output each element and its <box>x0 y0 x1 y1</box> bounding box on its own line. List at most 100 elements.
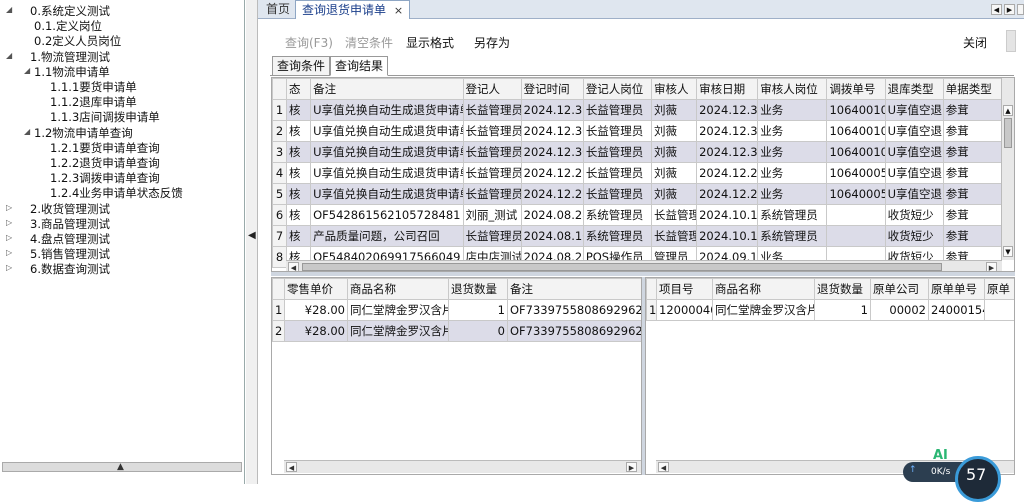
table-row[interactable]: 5 核 U享值兑换自动生成退货申请单 长益管理员 2024.12.23 长益管理员 刘薇 20… <box>272 183 1003 205</box>
table-cell[interactable]: 同仁堂牌金罗汉含片 <box>347 320 449 342</box>
column-header[interactable]: 态 <box>286 78 312 100</box>
table-cell[interactable]: 00002 <box>870 299 929 321</box>
table-cell[interactable]: 参茸 <box>942 204 1003 226</box>
tree-item[interactable]: 1.1物流申请单 <box>34 65 110 80</box>
table-cell[interactable]: 系统管理员 <box>757 204 828 226</box>
collapsed-arrow-icon[interactable]: ▷ <box>6 233 12 242</box>
close-button[interactable]: 关闭 <box>963 34 987 51</box>
column-header[interactable]: 原单 <box>984 278 1014 300</box>
expanded-arrow-icon[interactable]: ◢ <box>6 5 12 14</box>
table-cell[interactable]: 2024.12.30 <box>696 141 759 163</box>
tree-item[interactable]: 0.系统定义测试 <box>30 4 110 19</box>
table-cell[interactable]: 2024.10.16 <box>696 204 759 226</box>
table-row[interactable]: 1 12000040 同仁堂牌金罗汉含片 1 00002 24000154 <box>646 299 1014 321</box>
table-cell[interactable]: ¥28.00 <box>284 320 348 342</box>
table-cell[interactable]: 系统管理员 <box>582 225 652 247</box>
table-row[interactable]: 4 核 U享值兑换自动生成退货申请单 长益管理员 2024.12.23 长益管理员 刘薇 20… <box>272 162 1003 184</box>
scroll-right-icon[interactable]: ▶ <box>986 262 997 271</box>
table-cell[interactable]: 12000040 <box>656 299 713 321</box>
column-header[interactable]: 退货数量 <box>814 278 871 300</box>
column-header[interactable]: 商品名称 <box>347 278 449 300</box>
toolbar-scrollbar[interactable] <box>1006 30 1016 52</box>
table-cell[interactable]: 刘薇 <box>650 183 698 205</box>
expanded-arrow-icon[interactable]: ◢ <box>24 127 30 136</box>
table-cell[interactable]: 系统管理员 <box>582 204 652 226</box>
horizontal-splitter[interactable] <box>271 272 1015 276</box>
table-cell[interactable]: U享值兑换自动生成退货申请单 <box>310 120 464 142</box>
table-cell[interactable]: U享值空退 <box>884 183 944 205</box>
table-cell[interactable]: OF542861562105728481 <box>310 204 464 226</box>
table-cell[interactable] <box>826 225 886 247</box>
table-cell[interactable]: 长益管理 <box>650 225 698 247</box>
table-cell[interactable]: 长益管理员 <box>582 120 652 142</box>
table-cell[interactable]: 长益管理员 <box>462 120 522 142</box>
scroll-left-icon[interactable]: ◀ <box>286 462 297 472</box>
tree-item[interactable]: 1.物流管理测试 <box>30 50 110 65</box>
table-cell[interactable]: 核 <box>286 225 312 247</box>
tab-scroll-left-icon[interactable]: ◀ <box>991 4 1002 15</box>
table-cell[interactable]: U享值空退 <box>884 99 944 121</box>
table-cell[interactable]: 核 <box>286 183 312 205</box>
table-row[interactable]: 3 核 U享值兑换自动生成退货申请单 长益管理员 2024.12.30 长益管理员 刘薇 20… <box>272 141 1003 163</box>
row-number[interactable]: 3 <box>272 141 288 163</box>
column-header[interactable]: 调拨单号 <box>826 78 886 100</box>
expanded-arrow-icon[interactable]: ◢ <box>24 66 30 75</box>
tree-item[interactable]: 1.2物流申请单查询 <box>34 126 133 141</box>
table-cell[interactable]: 核 <box>286 204 312 226</box>
tree-item[interactable]: 2.收货管理测试 <box>30 202 110 217</box>
tab-scroll-right-icon[interactable]: ▶ <box>1004 4 1015 15</box>
row-number[interactable]: 1 <box>646 299 657 321</box>
tab-return-request-query[interactable]: 查询退货申请单 × <box>295 0 411 19</box>
table-row[interactable]: 1 核 U享值兑换自动生成退货申请单 长益管理员 2024.12.31 长益管理员 刘薇 20… <box>272 99 1003 121</box>
table-cell[interactable]: 1 <box>448 299 508 321</box>
scroll-up-icon[interactable]: ▲ <box>1003 105 1013 116</box>
table-cell[interactable]: 同仁堂牌金罗汉含片 <box>347 299 449 321</box>
column-header[interactable]: 项目号 <box>656 278 713 300</box>
collapsed-arrow-icon[interactable]: ▷ <box>6 248 12 257</box>
column-header[interactable]: 零售单价 <box>284 278 348 300</box>
column-header[interactable]: 备注 <box>507 278 641 300</box>
collapsed-arrow-icon[interactable]: ▷ <box>6 203 12 212</box>
table-cell[interactable]: 1 <box>814 299 871 321</box>
tree-item[interactable]: 1.1.3店间调拨申请单 <box>50 110 160 125</box>
column-header[interactable]: 登记时间 <box>520 78 584 100</box>
row-number[interactable]: 6 <box>272 204 288 226</box>
table-cell[interactable]: 2024.12.30 <box>520 141 584 163</box>
table-cell[interactable]: 106400055 <box>826 162 886 184</box>
row-number[interactable]: 1 <box>272 299 285 321</box>
row-number[interactable]: 7 <box>272 225 288 247</box>
table-cell[interactable]: 刘丽_测试 <box>462 204 522 226</box>
column-header[interactable]: 审核日期 <box>696 78 759 100</box>
table-cell[interactable]: 长益管理员 <box>462 141 522 163</box>
tree-item[interactable]: 3.商品管理测试 <box>30 217 110 232</box>
table-cell[interactable]: 2024.12.30 <box>696 120 759 142</box>
scroll-up-icon[interactable]: ▲ <box>117 463 124 472</box>
tree-item[interactable]: 1.1.1要货申请单 <box>50 80 137 95</box>
table-cell[interactable]: 刘薇 <box>650 99 698 121</box>
column-header[interactable]: 退货数量 <box>448 278 508 300</box>
column-header[interactable]: 登记人岗位 <box>582 78 652 100</box>
table-cell[interactable]: OF733975580869296246 <box>507 299 641 321</box>
table-cell[interactable]: U享值兑换自动生成退货申请单 <box>310 141 464 163</box>
table-row[interactable]: 2 核 U享值兑换自动生成退货申请单 长益管理员 2024.12.30 长益管理员 刘薇 20… <box>272 120 1003 142</box>
column-header[interactable]: 单据类型 <box>942 78 1003 100</box>
table-cell[interactable]: ¥28.00 <box>284 299 348 321</box>
tree-item[interactable]: 0.1.定义岗位 <box>34 19 102 34</box>
table-cell[interactable]: 长益管理员 <box>462 162 522 184</box>
table-cell[interactable]: U享值空退 <box>884 120 944 142</box>
table-cell[interactable]: 业务 <box>757 162 828 184</box>
table-cell[interactable]: 业务 <box>757 141 828 163</box>
table-cell[interactable]: 106400105 <box>826 120 886 142</box>
tree-item[interactable]: 1.2.3调拨申请单查询 <box>50 171 160 186</box>
table-cell[interactable]: 参茸 <box>942 99 1003 121</box>
table-cell[interactable]: 长益管理员 <box>462 183 522 205</box>
table-cell[interactable]: 业务 <box>757 120 828 142</box>
table-cell[interactable]: 参茸 <box>942 225 1003 247</box>
table-cell[interactable] <box>984 299 1014 321</box>
table-cell[interactable]: 24000154 <box>928 299 985 321</box>
table-cell[interactable]: 业务 <box>757 99 828 121</box>
table-cell[interactable]: 核 <box>286 99 312 121</box>
table-cell[interactable]: 2024.10.16 <box>696 225 759 247</box>
detail-left-hscroll[interactable]: ◀ ▶ <box>284 460 641 473</box>
column-header[interactable]: 审核人 <box>650 78 698 100</box>
